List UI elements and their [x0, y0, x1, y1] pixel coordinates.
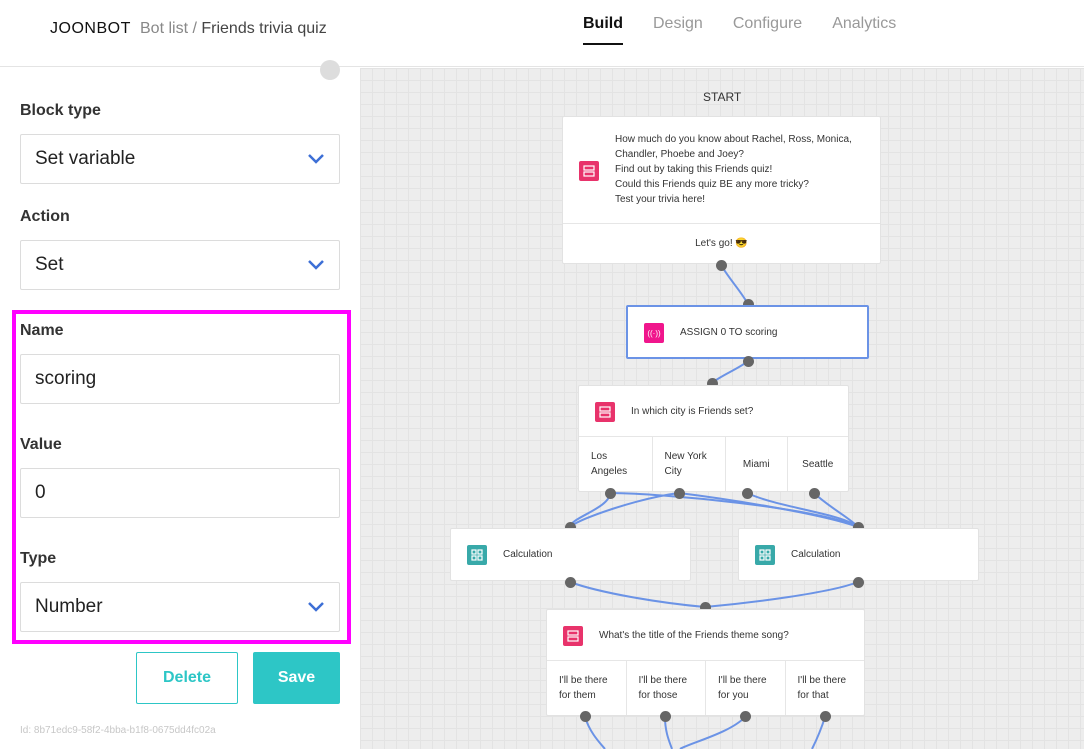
chevron-down-icon	[308, 154, 324, 164]
start-label: START	[703, 90, 742, 104]
breadcrumb-current: Friends trivia quiz	[201, 20, 327, 37]
save-button[interactable]: Save	[253, 652, 340, 704]
assign-text: ASSIGN 0 TO scoring	[680, 327, 778, 338]
calculation-node-left[interactable]: Calculation	[450, 528, 691, 581]
action-label: Action	[20, 208, 70, 225]
output-port[interactable]	[740, 711, 751, 722]
type-value: Number	[35, 596, 103, 617]
top-header: JOONBOT Bot list / Friends trivia quiz B…	[0, 0, 1084, 67]
question-2-choices: I'll be there for them I'll be there for…	[547, 660, 864, 715]
calculation-node-right[interactable]: Calculation	[738, 528, 979, 581]
choice-label: Miami	[742, 458, 770, 470]
wire-assign-q1	[711, 360, 749, 384]
assign-node[interactable]: ((·)) ASSIGN 0 TO scoring	[626, 305, 869, 359]
choice-for-that[interactable]: I'll be there for that	[786, 661, 865, 715]
app-logo[interactable]: JOONBOT	[50, 20, 131, 38]
wire-calcr-q2	[704, 581, 859, 608]
wire-q2-c1	[584, 716, 606, 749]
choice-for-them[interactable]: I'll be there for them	[547, 661, 627, 715]
choice-miami[interactable]: Miami	[726, 437, 788, 491]
main-tabs: Build Design Configure Analytics	[583, 15, 926, 45]
choice-label: I'll be there for those	[638, 675, 688, 701]
output-port[interactable]	[743, 356, 754, 367]
intro-line: Find out by taking this Friends quiz!	[615, 164, 773, 175]
output-port[interactable]	[580, 711, 591, 722]
close-panel-icon[interactable]	[320, 60, 340, 80]
name-input[interactable]: scoring	[20, 354, 340, 404]
choice-for-those[interactable]: I'll be there for those	[627, 661, 706, 715]
choice-los-angeles[interactable]: Los Angeles	[579, 437, 653, 491]
value-input[interactable]: 0	[20, 468, 340, 518]
tab-configure[interactable]: Configure	[733, 15, 802, 45]
flow-canvas[interactable]: START How much do you know about Rachel,…	[360, 68, 1084, 749]
choice-seattle[interactable]: Seattle	[788, 437, 849, 491]
choice-label: Los Angeles	[591, 451, 628, 477]
intro-text: How much do you know about Rachel, Ross,…	[615, 132, 875, 207]
value-label: Value	[20, 436, 62, 453]
choice-label: Seattle	[802, 458, 834, 470]
intro-line: Could this Friends quiz BE any more tric…	[615, 179, 809, 190]
variable-icon: ((·))	[644, 323, 664, 343]
output-port[interactable]	[605, 488, 616, 499]
wire-calcl-q2	[569, 581, 706, 608]
output-port[interactable]	[820, 711, 831, 722]
output-port[interactable]	[716, 260, 727, 271]
block-editor-panel: Block type Set variable Action Set Name …	[0, 60, 360, 749]
output-port[interactable]	[565, 577, 576, 588]
choice-label: I'll be there for you	[718, 675, 767, 701]
message-icon	[563, 626, 583, 646]
wire-seattle-right	[813, 492, 859, 528]
question-1-choices: Los Angeles New York City Miami Seattle	[579, 436, 848, 491]
choice-label: I'll be there for them	[559, 675, 608, 701]
output-port[interactable]	[853, 577, 864, 588]
action-value: Set	[35, 254, 64, 275]
message-icon	[579, 161, 599, 181]
message-icon	[595, 402, 615, 422]
calculator-icon	[755, 545, 775, 565]
question-2-text: What's the title of the Friends theme so…	[599, 630, 789, 641]
breadcrumb-bot-list[interactable]: Bot list	[140, 20, 188, 37]
calculator-icon	[467, 545, 487, 565]
tab-design[interactable]: Design	[653, 15, 703, 45]
question-2-node[interactable]: What's the title of the Friends theme so…	[546, 609, 865, 716]
action-select[interactable]: Set	[20, 240, 340, 290]
type-label: Type	[20, 550, 57, 567]
intro-line: Test your trivia here!	[615, 194, 706, 205]
block-type-select[interactable]: Set variable	[20, 134, 340, 184]
output-port[interactable]	[809, 488, 820, 499]
name-label: Name	[20, 322, 64, 339]
choice-label: I'll be there for that	[797, 675, 847, 701]
output-port[interactable]	[660, 711, 671, 722]
wire-ny-right	[678, 492, 859, 528]
block-type-label: Block type	[20, 102, 101, 119]
calculation-text: Calculation	[791, 549, 841, 560]
intro-line: Chandler, Phoebe and Joey?	[615, 149, 744, 160]
breadcrumb: Bot list / Friends trivia quiz	[140, 20, 327, 38]
question-1-text: In which city is Friends set?	[631, 406, 754, 417]
output-port[interactable]	[742, 488, 753, 499]
intro-line: How much do you know about Rachel, Ross,…	[615, 134, 852, 145]
delete-button[interactable]: Delete	[136, 652, 238, 704]
choice-for-you[interactable]: I'll be there for you	[706, 661, 786, 715]
breadcrumb-separator: /	[188, 20, 202, 37]
tab-build[interactable]: Build	[583, 15, 623, 45]
chevron-down-icon	[308, 260, 324, 270]
wire-q2-c3	[679, 716, 746, 749]
block-id-text: Id: 8b71edc9-58f2-4bba-b1f8-0675dd4fc02a	[20, 725, 216, 736]
chevron-down-icon	[308, 602, 324, 612]
question-1-node[interactable]: In which city is Friends set? Los Angele…	[578, 385, 849, 492]
intro-message-node[interactable]: How much do you know about Rachel, Ross,…	[562, 116, 881, 264]
calculation-text: Calculation	[503, 549, 553, 560]
choice-new-york-city[interactable]: New York City	[653, 437, 726, 491]
type-select[interactable]: Number	[20, 582, 340, 632]
wire-ny-left	[569, 492, 680, 528]
wire-intro-assign	[720, 264, 749, 305]
choice-label: New York City	[664, 451, 707, 477]
tab-analytics[interactable]: Analytics	[832, 15, 896, 45]
output-port[interactable]	[674, 488, 685, 499]
intro-button[interactable]: Let's go! 😎	[563, 223, 880, 263]
block-type-value: Set variable	[35, 148, 136, 169]
